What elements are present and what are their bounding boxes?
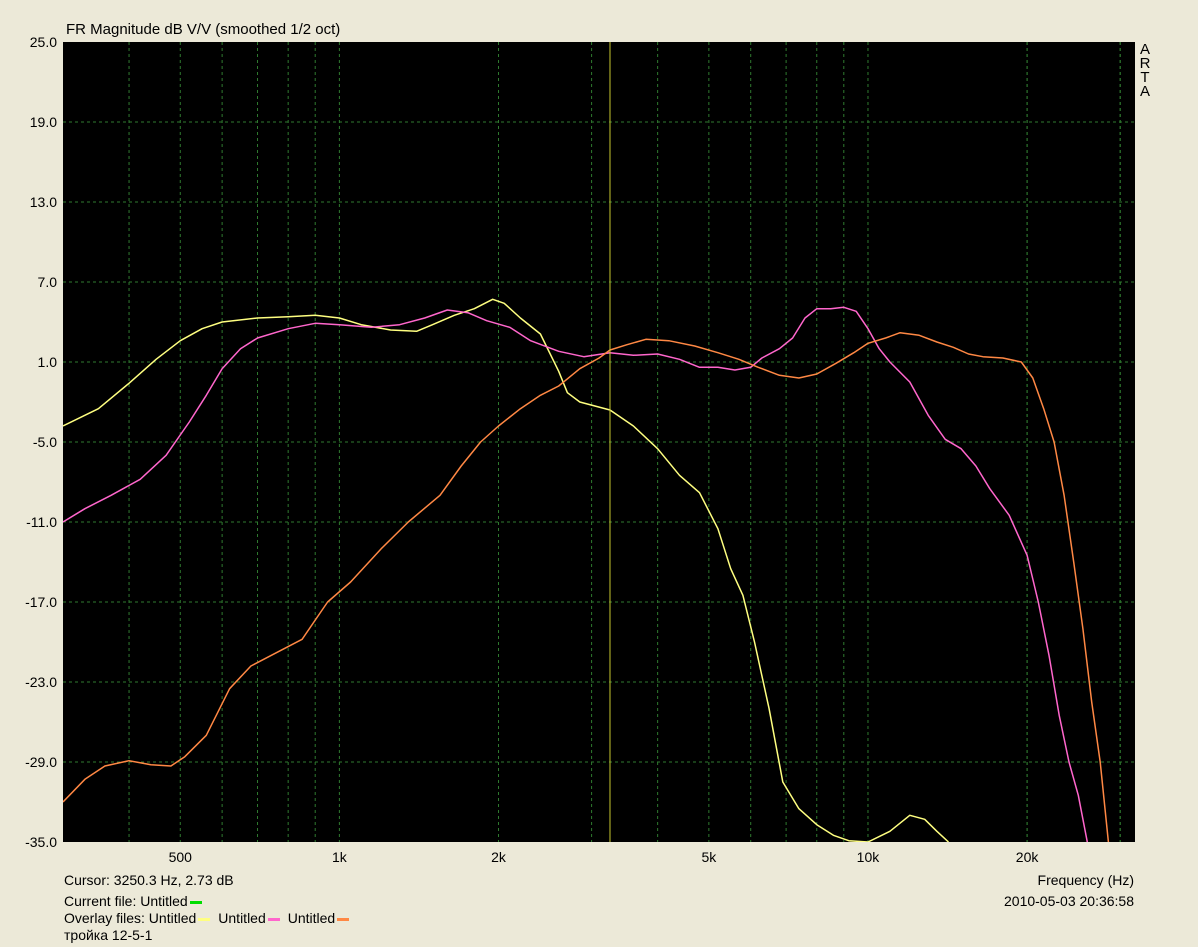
overlay3-label: Untitled bbox=[287, 910, 336, 926]
file-note: тройка 12-5-1 bbox=[64, 927, 153, 943]
overlay-label: Overlay files: Untitled bbox=[64, 910, 197, 926]
overlay1-swatch bbox=[198, 917, 211, 921]
y-tick-label: 7.0 bbox=[37, 274, 57, 290]
x-tick-label: 20k bbox=[1015, 849, 1039, 865]
x-tick-label: 500 bbox=[168, 849, 192, 865]
x-axis-title: Frequency (Hz) bbox=[1037, 872, 1134, 888]
y-tick-label: -5.0 bbox=[32, 434, 57, 450]
y-tick-label: -17.0 bbox=[25, 594, 57, 610]
y-tick-label: 19.0 bbox=[29, 114, 57, 130]
current-file: Current file: Untitled bbox=[64, 893, 210, 909]
current-file-label: Current file: Untitled bbox=[64, 893, 188, 909]
overlay2-swatch bbox=[267, 917, 280, 921]
overlay3-swatch bbox=[337, 917, 350, 921]
cursor-readout: Cursor: 3250.3 Hz, 2.73 dB bbox=[64, 872, 234, 888]
y-tick-label: -29.0 bbox=[25, 754, 57, 770]
x-tick-label: 10k bbox=[856, 849, 880, 865]
y-tick-label: -11.0 bbox=[26, 514, 57, 530]
timestamp: 2010-05-03 20:36:58 bbox=[1004, 893, 1134, 909]
y-tick-label: -35.0 bbox=[25, 834, 57, 850]
current-file-swatch bbox=[189, 900, 202, 904]
overlay-files: Overlay files: Untitled Untitled Untitled bbox=[64, 910, 357, 926]
x-tick-label: 1k bbox=[331, 849, 347, 865]
y-tick-label: 25.0 bbox=[29, 34, 57, 50]
x-tick-label: 2k bbox=[491, 849, 506, 865]
arta-logo: A R T A bbox=[1139, 42, 1151, 100]
y-tick-label: -23.0 bbox=[25, 674, 57, 690]
y-tick-label: 1.0 bbox=[37, 354, 57, 370]
arta-letter: A bbox=[1139, 83, 1150, 100]
chart-title: FR Magnitude dB V/V (smoothed 1/2 oct) bbox=[66, 21, 341, 38]
x-tick-label: 5k bbox=[701, 849, 717, 865]
overlay2-label: Untitled bbox=[218, 910, 266, 926]
plot-area[interactable] bbox=[63, 42, 1135, 842]
y-tick-label: 13.0 bbox=[29, 194, 57, 210]
